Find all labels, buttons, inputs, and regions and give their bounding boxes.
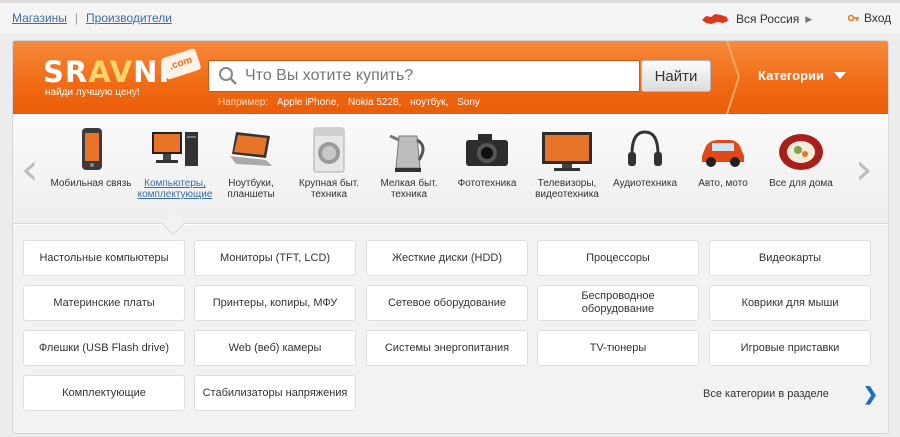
region-label: Вся Россия bbox=[736, 12, 800, 26]
category-label: Телевизоры, видеотехника bbox=[535, 178, 599, 200]
category-large-appliances[interactable]: Крупная быт. техника bbox=[287, 126, 371, 200]
logo-text-accent: AV bbox=[88, 55, 134, 89]
subcategory-button[interactable]: Материнские платы bbox=[23, 285, 185, 321]
category-small-appliances[interactable]: Мелкая быт. техника bbox=[367, 126, 451, 200]
search-input[interactable] bbox=[245, 67, 625, 85]
category-label: Авто, мото bbox=[698, 178, 748, 189]
carousel-next-icon[interactable]: › bbox=[855, 144, 873, 195]
key-icon bbox=[848, 14, 859, 22]
examples-label: Например: bbox=[218, 97, 269, 108]
search-header: SRAVNI .com найди лучшую цену! Найти Нап… bbox=[13, 41, 888, 114]
car-icon bbox=[702, 140, 744, 167]
category-audio[interactable]: Аудиотехника bbox=[603, 126, 687, 189]
category-photo[interactable]: Фототехника bbox=[445, 126, 529, 189]
header-divider bbox=[726, 41, 741, 114]
carousel-prev-icon[interactable]: ‹ bbox=[21, 144, 39, 195]
subcategory-button[interactable]: Коврики для мыши bbox=[709, 285, 871, 321]
link-separator: | bbox=[74, 11, 79, 25]
all-categories-link[interactable]: Все категории в разделе bbox=[703, 388, 829, 400]
category-label: Ноутбуки, планшеты bbox=[227, 178, 275, 200]
example-link[interactable]: ноутбук, bbox=[410, 97, 448, 108]
tv-icon bbox=[542, 132, 592, 171]
subcategory-button[interactable]: Настольные компьютеры bbox=[23, 240, 185, 276]
example-link[interactable]: Apple iPhone, bbox=[277, 97, 339, 108]
logo-tag: .com bbox=[160, 47, 202, 81]
desktop-computer-icon bbox=[152, 132, 198, 166]
category-computers[interactable]: Компьютеры, комплектующие bbox=[133, 126, 217, 200]
subcategory-button[interactable]: Комплектующие bbox=[23, 375, 185, 411]
mobile-phone-icon bbox=[82, 128, 102, 170]
chevron-down-icon bbox=[834, 72, 847, 79]
subcategory-button[interactable]: Видеокарты bbox=[709, 240, 871, 276]
category-label: Крупная быт. техника bbox=[298, 178, 360, 200]
category-carousel: ‹ Мобильная связь Компьютеры, комплектую… bbox=[13, 114, 888, 224]
subcategory-button[interactable]: Мониторы (TFT, LCD) bbox=[194, 240, 356, 276]
login-link[interactable]: Вход bbox=[848, 11, 891, 25]
categories-label: Категории bbox=[758, 68, 825, 83]
category-label: Мелкая быт. техника bbox=[380, 178, 438, 200]
category-label: Компьютеры, комплектующие bbox=[137, 178, 213, 200]
top-border bbox=[0, 0, 900, 3]
category-label: Фототехника bbox=[457, 178, 517, 189]
subcategory-button[interactable]: Web (веб) камеры bbox=[194, 330, 356, 366]
region-selector[interactable]: Вся Россия ▶ bbox=[700, 11, 812, 27]
category-tv[interactable]: Телевизоры, видеотехника bbox=[525, 126, 609, 200]
top-bar: Магазины | Производители Вся Россия ▶ Вход bbox=[0, 0, 900, 34]
subcategory-button[interactable]: Беспроводное оборудование bbox=[537, 285, 699, 321]
find-button[interactable]: Найти bbox=[641, 60, 711, 92]
subcategory-button[interactable]: Процессоры bbox=[537, 240, 699, 276]
category-laptops[interactable]: Ноутбуки, планшеты bbox=[209, 126, 293, 200]
stores-link[interactable]: Магазины bbox=[12, 11, 67, 25]
search-box bbox=[208, 60, 640, 92]
category-home[interactable]: Все для дома bbox=[759, 126, 843, 189]
example-link[interactable]: Sony bbox=[457, 97, 480, 108]
search-icon bbox=[219, 67, 237, 85]
subcategory-button[interactable]: Сетевое оборудование bbox=[366, 285, 528, 321]
chevron-right-icon[interactable]: ❯ bbox=[863, 384, 878, 405]
subcategory-button[interactable]: Принтеры, копиры, МФУ bbox=[194, 285, 356, 321]
subcategory-button[interactable]: Жесткие диски (HDD) bbox=[366, 240, 528, 276]
subcategory-button[interactable]: Системы энергопитания bbox=[366, 330, 528, 366]
slogan: найди лучшую цену! bbox=[45, 87, 140, 98]
search-examples: Например: Apple iPhone, Nokia 5228, ноут… bbox=[218, 97, 480, 108]
camera-icon bbox=[466, 134, 508, 166]
top-links: Магазины | Производители bbox=[12, 11, 172, 25]
main-card: SRAVNI .com найди лучшую цену! Найти Нап… bbox=[12, 40, 889, 434]
subcategory-button[interactable]: TV-тюнеры bbox=[537, 330, 699, 366]
headphones-icon bbox=[628, 130, 662, 166]
categories-dropdown[interactable]: Категории bbox=[758, 68, 847, 83]
washing-machine-icon bbox=[313, 127, 345, 173]
subcategory-button[interactable]: Флешки (USB Flash drive) bbox=[23, 330, 185, 366]
category-label: Аудиотехника bbox=[612, 178, 678, 189]
subcategory-button[interactable]: Стабилизаторы напряжения bbox=[194, 375, 356, 411]
kettle-icon bbox=[389, 134, 425, 172]
logo-text-left: SR bbox=[43, 55, 89, 89]
subcategory-button[interactable]: Игровые приставки bbox=[709, 330, 871, 366]
laptop-icon bbox=[230, 132, 272, 166]
category-label: Все для дома bbox=[769, 178, 833, 189]
category-label: Мобильная связь bbox=[50, 178, 132, 189]
manufacturers-link[interactable]: Производители bbox=[86, 11, 172, 25]
category-mobile[interactable]: Мобильная связь bbox=[49, 126, 133, 189]
russia-map-icon bbox=[702, 14, 728, 24]
example-link[interactable]: Nokia 5228, bbox=[348, 97, 401, 108]
category-auto[interactable]: Авто, мото bbox=[681, 126, 765, 189]
caret-right-icon: ▶ bbox=[805, 13, 813, 24]
site-logo[interactable]: SRAVNI bbox=[43, 55, 170, 89]
plate-icon bbox=[779, 134, 823, 170]
login-label: Вход bbox=[864, 11, 892, 25]
